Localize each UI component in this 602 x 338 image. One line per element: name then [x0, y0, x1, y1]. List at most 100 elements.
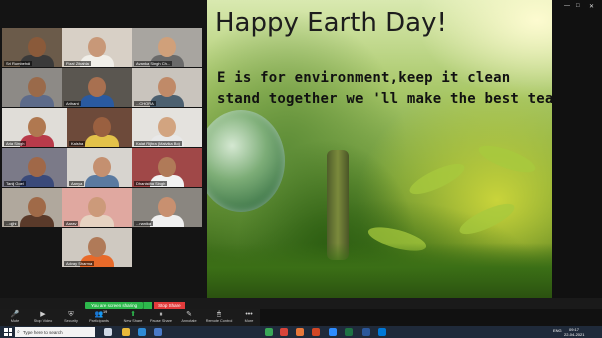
zoom-icon[interactable] — [329, 328, 337, 336]
participant-face — [93, 117, 111, 137]
glass-globe — [207, 110, 285, 212]
newshare-button[interactable]: ⬆ New Share — [118, 310, 148, 324]
clock-date[interactable]: 22-04-2021 — [564, 332, 584, 337]
task-view-icon[interactable] — [104, 328, 112, 336]
participants-icon: 👥 — [94, 311, 104, 318]
minimize-icon[interactable]: — — [564, 3, 570, 9]
participant-tile[interactable]: ...nanika — [132, 188, 202, 227]
word-icon[interactable] — [362, 328, 370, 336]
participant-tile[interactable]: Avanka Singh Ch... — [132, 28, 202, 67]
fern-leaf — [475, 140, 539, 178]
participant-tile[interactable]: Aarav — [62, 188, 132, 227]
firefox-icon[interactable] — [296, 328, 304, 336]
powerpoint-icon[interactable] — [312, 328, 320, 336]
meeting-toolbar: 🎤 Mute ▶ Stop Video ⛨ Security 👥 Participants 19… — [0, 309, 260, 326]
participant-tile[interactable]: Arihant — [62, 68, 132, 107]
taskbar-search[interactable]: ⌕ Type here to search — [15, 327, 95, 337]
security-button[interactable]: ⛨ Security — [56, 310, 86, 324]
sharing-menu-button[interactable] — [143, 302, 153, 309]
participant-name: ...ojjhi — [4, 221, 19, 226]
participant-count: 19 — [103, 310, 108, 314]
windows-taskbar: ⌕ Type here to search ENG 09:17 22-04-20… — [0, 326, 602, 338]
participant-face — [158, 117, 176, 137]
participant-name: Arihant — [64, 101, 81, 106]
participant-face — [88, 77, 106, 97]
participant-face — [28, 117, 46, 137]
edge-icon[interactable] — [138, 328, 146, 336]
remote-label: Remote Control — [205, 319, 233, 323]
participant-tile[interactable]: Kalat Rijhra (Malvika Bo) — [132, 108, 202, 147]
mute-label: Mute — [10, 319, 20, 323]
video-button[interactable]: ▶ Stop Video — [28, 310, 58, 324]
participant-face — [88, 37, 106, 57]
maximize-icon[interactable]: □ — [576, 3, 580, 9]
video-label: Stop Video — [33, 319, 53, 323]
participant-tile[interactable]: Advay Sharma — [62, 228, 132, 267]
participant-face — [158, 37, 176, 57]
participant-face — [28, 37, 46, 57]
participant-face — [88, 197, 106, 217]
participant-name: Sri Rumbehdi — [4, 61, 33, 66]
security-label: Security — [64, 319, 78, 323]
mute-button[interactable]: 🎤 Mute — [0, 310, 30, 324]
pause-icon: ⏸ — [159, 311, 163, 318]
windows-start-icon[interactable] — [4, 328, 12, 336]
participant-name: Advay Sharma — [64, 261, 95, 266]
stop-share-button[interactable]: Stop Share — [154, 302, 185, 309]
participant-tile[interactable]: Dhanistha Singh — [132, 148, 202, 187]
search-placeholder: Type here to search — [22, 329, 63, 335]
participant-name: Aanya — [69, 181, 85, 186]
participant-face — [28, 197, 46, 217]
participant-face — [158, 77, 176, 97]
mail-icon[interactable] — [154, 328, 162, 336]
pause-button[interactable]: ⏸ Pause Share — [146, 310, 176, 324]
search-icon: ⌕ — [17, 329, 20, 335]
participant-tile[interactable]: Aanya — [67, 148, 137, 187]
participant-gallery: Sri Rumbehdi Fiza! Zibahla Avanka Singh Ch… — [0, 0, 207, 298]
participant-tile[interactable]: ...CHORA — [132, 68, 202, 107]
language-indicator[interactable]: ENG — [553, 328, 562, 333]
close-icon[interactable]: ✕ — [589, 3, 594, 10]
participant-tile[interactable]: Tanij Goel — [2, 148, 72, 187]
right-panel: — □ ✕ — [552, 0, 602, 298]
annotate-button[interactable]: ✎ Annotate — [174, 310, 204, 324]
participant-name: Kalsha — [69, 141, 86, 146]
participant-name: ...CHORA — [134, 101, 156, 106]
participant-face — [158, 197, 176, 217]
participant-name: Fiza! Zibahla — [64, 61, 91, 66]
participant-face — [88, 237, 106, 257]
participant-name: Dhanistha Singh — [134, 181, 168, 186]
video-camera-icon: ▶ — [40, 311, 46, 318]
chrome-icon[interactable] — [265, 328, 273, 336]
participant-name: Aarav — [64, 221, 79, 226]
newshare-label: New Share — [123, 319, 143, 323]
pencil-icon: ✎ — [186, 311, 192, 318]
sharing-indicator: You are screen sharing Stop Share — [85, 302, 185, 309]
participant-face — [158, 157, 176, 177]
pause-label: Pause Share — [150, 319, 172, 323]
participant-tile[interactable]: Fiza! Zibahla — [62, 28, 132, 67]
slide-title: Happy Earth Day! — [215, 8, 447, 38]
toolbar-spacer — [260, 309, 602, 326]
slide-line-2: stand together we 'll make the best team — [217, 91, 552, 107]
store-icon[interactable] — [378, 328, 386, 336]
screen: Sri Rumbehdi Fiza! Zibahla Avanka Singh Ch… — [0, 0, 602, 338]
participant-face — [28, 77, 46, 97]
participant-face — [28, 157, 46, 177]
excel-icon[interactable] — [345, 328, 353, 336]
remote-button[interactable]: 🖱 Remote Control — [204, 310, 234, 324]
sharing-status: You are screen sharing — [85, 302, 144, 309]
moss-ground — [207, 243, 552, 298]
file-explorer-icon[interactable] — [122, 328, 130, 336]
participant-name: Avanka Singh Ch... — [134, 61, 173, 66]
participant-tile[interactable]: Aria Singh — [2, 108, 72, 147]
participants-button[interactable]: 👥 Participants 19 — [84, 310, 114, 324]
chrome-icon-2[interactable] — [280, 328, 288, 336]
fern-leaf — [406, 158, 468, 200]
participant-name: ...nanika — [134, 221, 154, 226]
participant-face — [93, 157, 111, 177]
participants-label: Participants — [89, 319, 109, 323]
microphone-icon: 🎤 — [10, 311, 20, 318]
participant-tile[interactable]: Kalsha — [67, 108, 137, 147]
slide-line-1: E is for environment,keep it clean — [217, 70, 511, 86]
